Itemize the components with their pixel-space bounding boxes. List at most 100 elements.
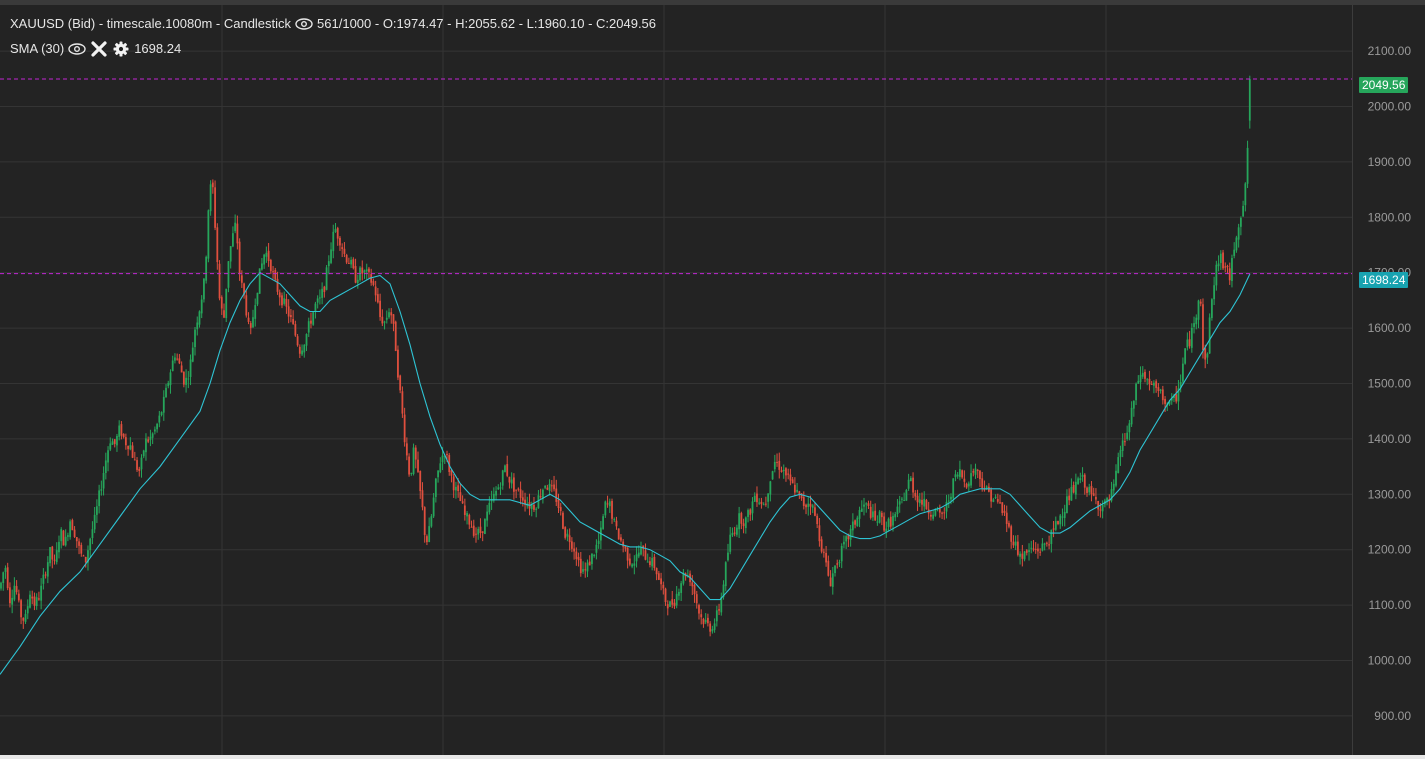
candle-body: [1195, 317, 1198, 325]
candle-body: [238, 241, 241, 274]
candle-body: [767, 493, 770, 502]
candle-body: [762, 504, 765, 506]
candle-body: [495, 490, 497, 496]
candle-body: [865, 503, 868, 505]
y-tick-label: 1300.00: [1368, 487, 1412, 501]
candle-body: [0, 582, 2, 589]
candle-body: [187, 378, 190, 380]
eye-icon[interactable]: [68, 42, 86, 56]
candle-body: [151, 433, 154, 438]
candle-body: [109, 443, 112, 450]
candle-body: [9, 587, 11, 604]
candle-body: [1121, 440, 1124, 452]
candle-body: [1193, 323, 1195, 327]
candle-body: [116, 436, 118, 446]
candle-body: [403, 414, 406, 443]
candle-body: [822, 551, 825, 553]
candle-body: [60, 529, 63, 542]
candle-body: [104, 460, 107, 474]
candle-body: [408, 456, 410, 475]
candle-body: [307, 321, 310, 333]
candle-body: [394, 321, 397, 351]
candle-body: [267, 250, 270, 261]
candle-body: [611, 500, 613, 519]
gear-icon[interactable]: [112, 41, 130, 56]
candle-body: [111, 441, 114, 445]
candle-body: [91, 529, 94, 539]
candle-body: [1072, 485, 1075, 493]
candle-body: [147, 439, 150, 442]
candle-body: [127, 445, 130, 450]
candle-body: [305, 334, 308, 346]
candle-body: [740, 513, 743, 524]
candle-body: [156, 423, 158, 430]
candle-body: [162, 396, 165, 413]
candle-body: [33, 596, 36, 606]
candle-body: [227, 261, 230, 288]
candle-body: [967, 483, 970, 487]
candle-body: [292, 319, 295, 324]
candle-body: [1083, 474, 1086, 488]
candle-body: [912, 477, 914, 493]
candle-body: [789, 474, 792, 481]
candle-body: [731, 532, 734, 536]
candle-body: [13, 585, 16, 600]
eye-icon[interactable]: [295, 17, 313, 31]
candle-body: [1025, 550, 1028, 553]
candle-body: [595, 544, 598, 553]
candle-body: [867, 503, 870, 507]
candle-body: [773, 461, 776, 470]
candle-body: [1202, 304, 1204, 351]
candle-body: [167, 383, 170, 387]
candle-body: [372, 281, 375, 285]
candle-body: [1237, 227, 1240, 240]
candle-body: [49, 547, 51, 564]
candle-body: [486, 511, 489, 521]
candle-body: [1126, 432, 1129, 440]
candle-body: [98, 490, 101, 507]
candle-body: [223, 310, 225, 318]
candle-body: [1217, 263, 1220, 267]
candlestick-chart[interactable]: 2200.002100.002000.001900.001800.001700.…: [0, 5, 1425, 755]
candle-body: [606, 503, 609, 505]
candle-body: [508, 476, 511, 483]
candle-body: [863, 504, 865, 507]
candle-body: [1204, 348, 1207, 360]
candle-body: [769, 481, 772, 495]
candle-body: [178, 358, 181, 364]
candle-body: [577, 556, 580, 561]
candle-body: [1161, 389, 1164, 401]
candle-body: [428, 526, 431, 543]
candle-body: [704, 620, 707, 623]
candle-body: [488, 502, 491, 513]
candle-body: [107, 450, 109, 463]
candle-body: [17, 593, 20, 601]
candle-body: [1184, 348, 1187, 364]
candle-body: [586, 562, 589, 572]
candle-body: [376, 294, 379, 303]
candle-body: [584, 569, 587, 571]
candle-body: [796, 489, 799, 492]
candle-body: [981, 478, 984, 489]
candle-body: [843, 541, 845, 545]
candle-body: [1199, 301, 1202, 304]
candle-body: [1048, 544, 1050, 546]
candle-body: [44, 574, 47, 576]
main-legend: XAUUSD (Bid) - timescale.10080m - Candle…: [10, 16, 656, 31]
candle-body: [880, 512, 883, 518]
candle-body: [200, 299, 203, 314]
candle-body: [417, 459, 419, 472]
candle-body: [738, 513, 741, 530]
candle-body: [368, 268, 370, 272]
close-icon[interactable]: [90, 40, 108, 57]
candle-body: [1244, 183, 1247, 206]
candle-body: [1003, 510, 1006, 513]
candle-body: [53, 559, 56, 561]
candle-body: [354, 266, 357, 283]
candle-body: [651, 557, 654, 567]
candle-body: [851, 521, 854, 531]
candle-body: [698, 605, 700, 614]
candle-body: [122, 433, 125, 438]
candle-body: [858, 510, 861, 519]
candle-body: [323, 286, 326, 292]
